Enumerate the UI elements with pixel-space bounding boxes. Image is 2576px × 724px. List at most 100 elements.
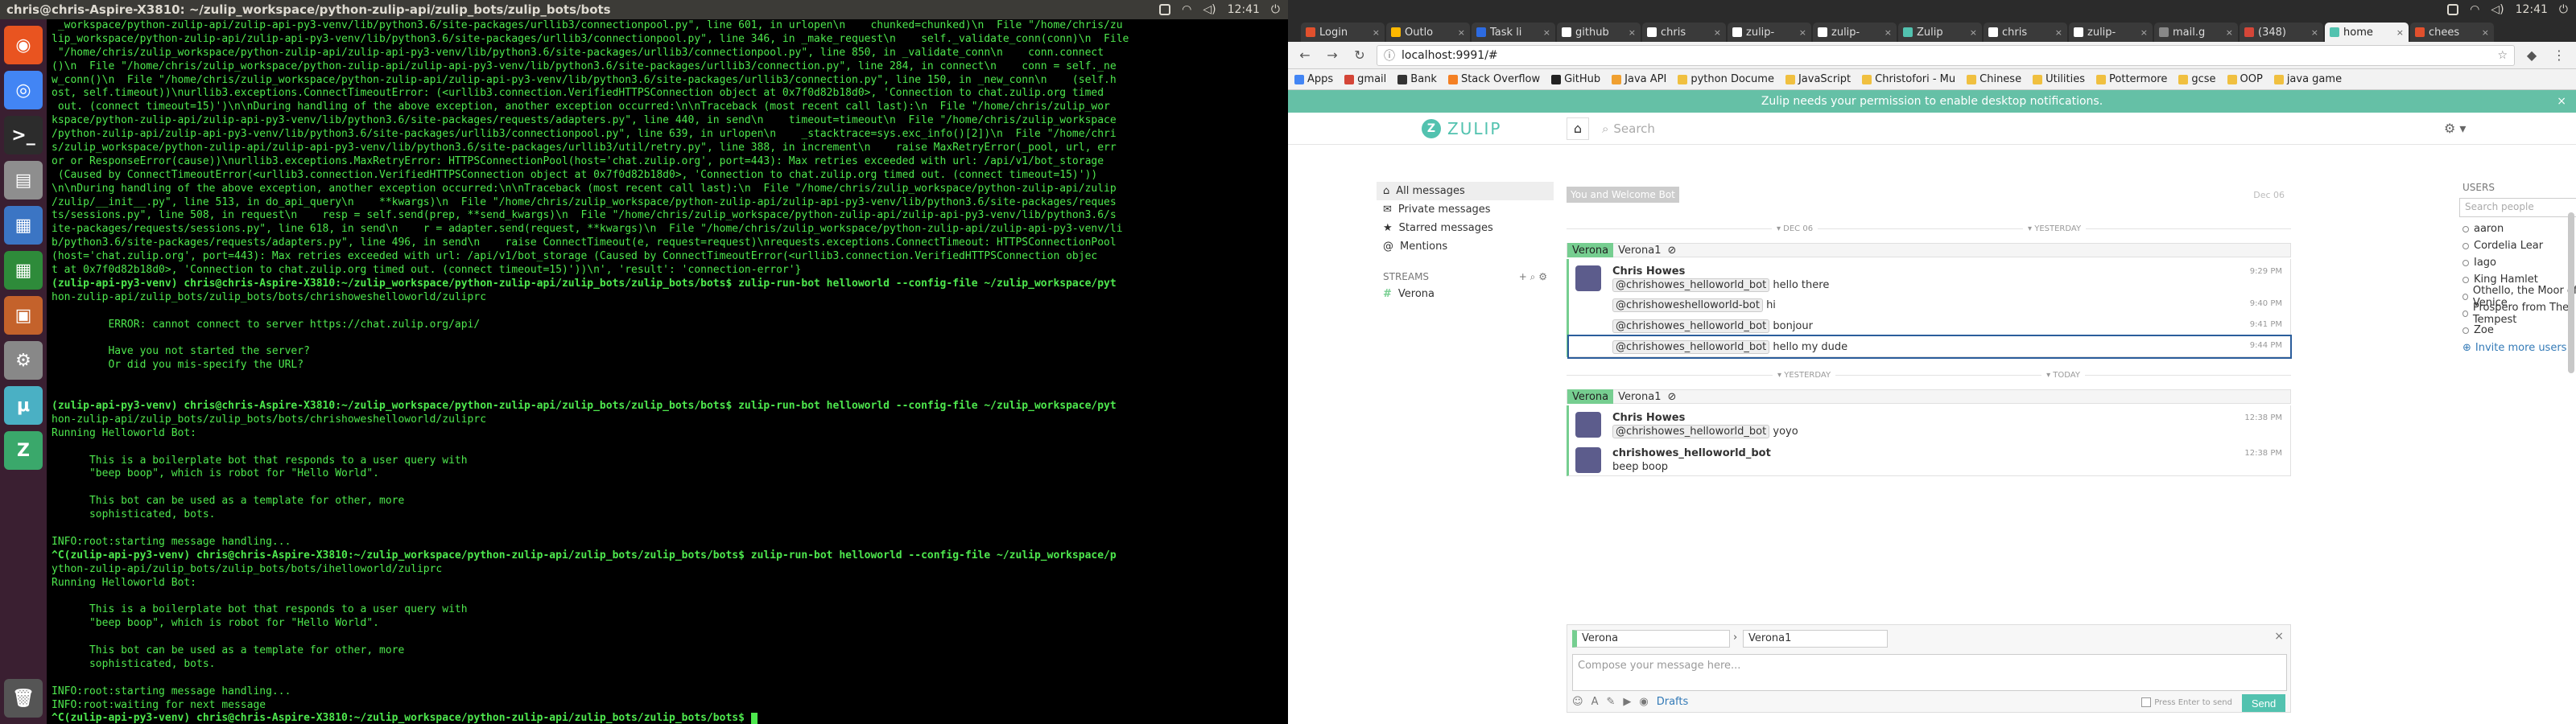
message-time[interactable]: 9:29 PM [2250, 267, 2282, 276]
message-row[interactable]: chrishowes_helloworld_bot beep boop 12:38 … [1569, 441, 2290, 476]
browser-tab[interactable]: mail.g × [2154, 23, 2238, 42]
message-row[interactable]: @chrishowes_helloworld_bot bonjour 9:41 P… [1569, 315, 2290, 336]
browser-tab[interactable]: github × [1557, 23, 1641, 42]
clock-left[interactable]: 12:41 [1228, 3, 1260, 16]
mute-icon[interactable]: ⊘ [1667, 245, 1676, 257]
bookmark-item[interactable]: OOP [2227, 73, 2263, 85]
zulip-logo[interactable]: Z ZULIP [1422, 118, 1501, 138]
user-item[interactable]: Iago [2459, 254, 2576, 271]
back-icon[interactable]: ← [1294, 45, 1315, 66]
user-mention[interactable]: @chrishowes_helloworld_bot [1612, 278, 1770, 292]
close-icon[interactable]: × [1625, 27, 1636, 38]
bookmark-item[interactable]: Apps [1294, 73, 1333, 85]
notification-banner[interactable]: Zulip needs your permission to enable de… [1288, 90, 2576, 113]
clock-right[interactable]: 12:41 [2516, 3, 2548, 16]
user-mention[interactable]: @chrishoweshelloworld-bot [1612, 298, 1763, 312]
close-icon[interactable]: × [1369, 27, 1380, 38]
search-input[interactable]: ⌕ Search [1602, 117, 2444, 140]
stream-item[interactable]: # Verona [1377, 285, 1554, 303]
files-icon[interactable]: ▤ [4, 161, 43, 200]
info-icon[interactable]: ⓘ [1384, 47, 1395, 64]
bookmark-item[interactable]: java game [2273, 73, 2342, 85]
keyboard-icon[interactable] [1159, 4, 1171, 15]
compose-stream-input[interactable]: Verona [1572, 630, 1730, 648]
close-icon[interactable]: × [2052, 27, 2062, 38]
close-icon[interactable]: × [2223, 27, 2233, 38]
bookmark-item[interactable]: Christofori - Mu [1862, 73, 1955, 85]
unity-app-icon[interactable]: μ [4, 386, 43, 425]
ubuntu-dash-icon[interactable]: ◉ [4, 26, 43, 64]
message-row[interactable]: @chrishowes_helloworld_bot hello my dude… [1567, 335, 2292, 359]
filter-item[interactable]: ✉ Private messages [1377, 200, 1554, 219]
compose-textarea[interactable]: Compose your message here... [1572, 654, 2287, 691]
browser-tab[interactable]: Login × [1301, 23, 1385, 42]
message-time[interactable]: 9:40 PM [2250, 299, 2282, 308]
message-sender[interactable]: Chris Howes [1612, 405, 2290, 424]
bookmark-item[interactable]: GitHub [1551, 73, 1600, 85]
menu-icon[interactable]: ⋮ [2549, 45, 2570, 66]
chrome-icon[interactable]: ◎ [4, 71, 43, 109]
page-scrollbar[interactable] [2568, 212, 2574, 373]
message-time[interactable]: 9:44 PM [2250, 341, 2282, 350]
close-icon[interactable]: × [1881, 27, 1892, 38]
stream-name[interactable]: Verona [1567, 389, 1614, 404]
browser-tab[interactable]: (348) × [2240, 23, 2323, 42]
filter-item[interactable]: ★ Starred messages [1377, 219, 1554, 237]
close-icon[interactable]: × [2274, 630, 2284, 643]
close-icon[interactable]: × [1967, 27, 1977, 38]
message-sender[interactable]: Chris Howes [1612, 259, 2290, 278]
message-row[interactable]: Chris Howes @chrishowes_helloworld_bot he… [1569, 259, 2290, 294]
bookmark-item[interactable]: Utilities [2033, 73, 2085, 85]
volume-icon[interactable]: ◁) [2491, 3, 2504, 16]
attach-icon[interactable]: ✎ [1606, 696, 1615, 708]
message-time[interactable]: 12:38 PM [2244, 449, 2282, 458]
compose-topic-input[interactable]: Verona1 [1743, 630, 1888, 648]
topic-name[interactable]: Verona1 ⊘ [1613, 391, 1681, 403]
browser-tab[interactable]: Zulip × [1898, 23, 1982, 42]
browser-tab[interactable]: zulip- × [2069, 23, 2153, 42]
bookmark-item[interactable]: Java API [1612, 73, 1666, 85]
filter-item[interactable]: ⌂ All messages [1377, 182, 1554, 200]
filter-item[interactable]: @ Mentions [1377, 237, 1554, 256]
writer-icon[interactable]: ▦ [4, 206, 43, 245]
avatar[interactable] [1575, 447, 1601, 473]
drafts-link[interactable]: Drafts [1657, 696, 1689, 708]
video-icon[interactable]: ▶ [1623, 696, 1631, 708]
browser-tab[interactable]: chris × [1984, 23, 2067, 42]
close-icon[interactable]: × [1711, 27, 1721, 38]
user-item[interactable]: Prospero from The Tempest [2459, 302, 2576, 326]
enter-sends-checkbox[interactable] [2141, 697, 2152, 707]
zulip-app-icon[interactable]: Z [4, 431, 43, 470]
browser-tab[interactable]: home × [2325, 23, 2409, 42]
reload-icon[interactable]: ↻ [1349, 45, 1370, 66]
enter-sends-option[interactable]: Press Enter to send [2141, 697, 2232, 707]
browser-tab[interactable]: chris × [1642, 23, 1726, 42]
invite-users-link[interactable]: ⊕ Invite more users [2459, 342, 2576, 354]
recipient-bar[interactable]: Verona Verona1 ⊘ [1567, 389, 2291, 404]
volume-icon[interactable]: ◁) [1203, 3, 1216, 16]
user-item[interactable]: aaron [2459, 220, 2576, 237]
close-icon[interactable]: × [2393, 27, 2404, 38]
bookmark-item[interactable]: Chinese [1967, 73, 2021, 85]
browser-tab[interactable]: chees × [2410, 23, 2494, 42]
terminal-icon[interactable]: >_ [4, 116, 43, 154]
close-icon[interactable]: × [2137, 27, 2148, 38]
add-stream-icon[interactable]: + [1519, 271, 1527, 282]
close-icon[interactable]: × [1796, 27, 1806, 38]
bookmark-item[interactable]: Bank [1397, 73, 1437, 85]
topic-name[interactable]: Verona1 ⊘ [1613, 245, 1681, 257]
user-mention[interactable]: @chrishowes_helloworld_bot [1612, 425, 1770, 438]
trash-icon[interactable]: 🗑 [4, 679, 43, 718]
format-icon[interactable]: A [1591, 696, 1599, 708]
recipient-bar[interactable]: Verona Verona1 ⊘ [1567, 243, 2291, 257]
bookmark-item[interactable]: gmail [1344, 73, 1386, 85]
close-icon[interactable]: × [1540, 27, 1550, 38]
user-item[interactable]: Cordelia Lear [2459, 237, 2576, 254]
terminal-output[interactable]: _workspace/python-zulip-api/zulip-api-py… [47, 19, 1288, 724]
message-sender[interactable]: chrishowes_helloworld_bot [1612, 441, 2290, 459]
browser-tab[interactable]: Task li × [1472, 23, 1555, 42]
smile-icon[interactable]: ☺ [1572, 696, 1583, 708]
user-mention[interactable]: @chrishowes_helloworld_bot [1612, 319, 1770, 333]
send-button[interactable]: Send [2242, 694, 2285, 712]
search-streams-icon[interactable]: ⌕ [1530, 271, 1536, 282]
